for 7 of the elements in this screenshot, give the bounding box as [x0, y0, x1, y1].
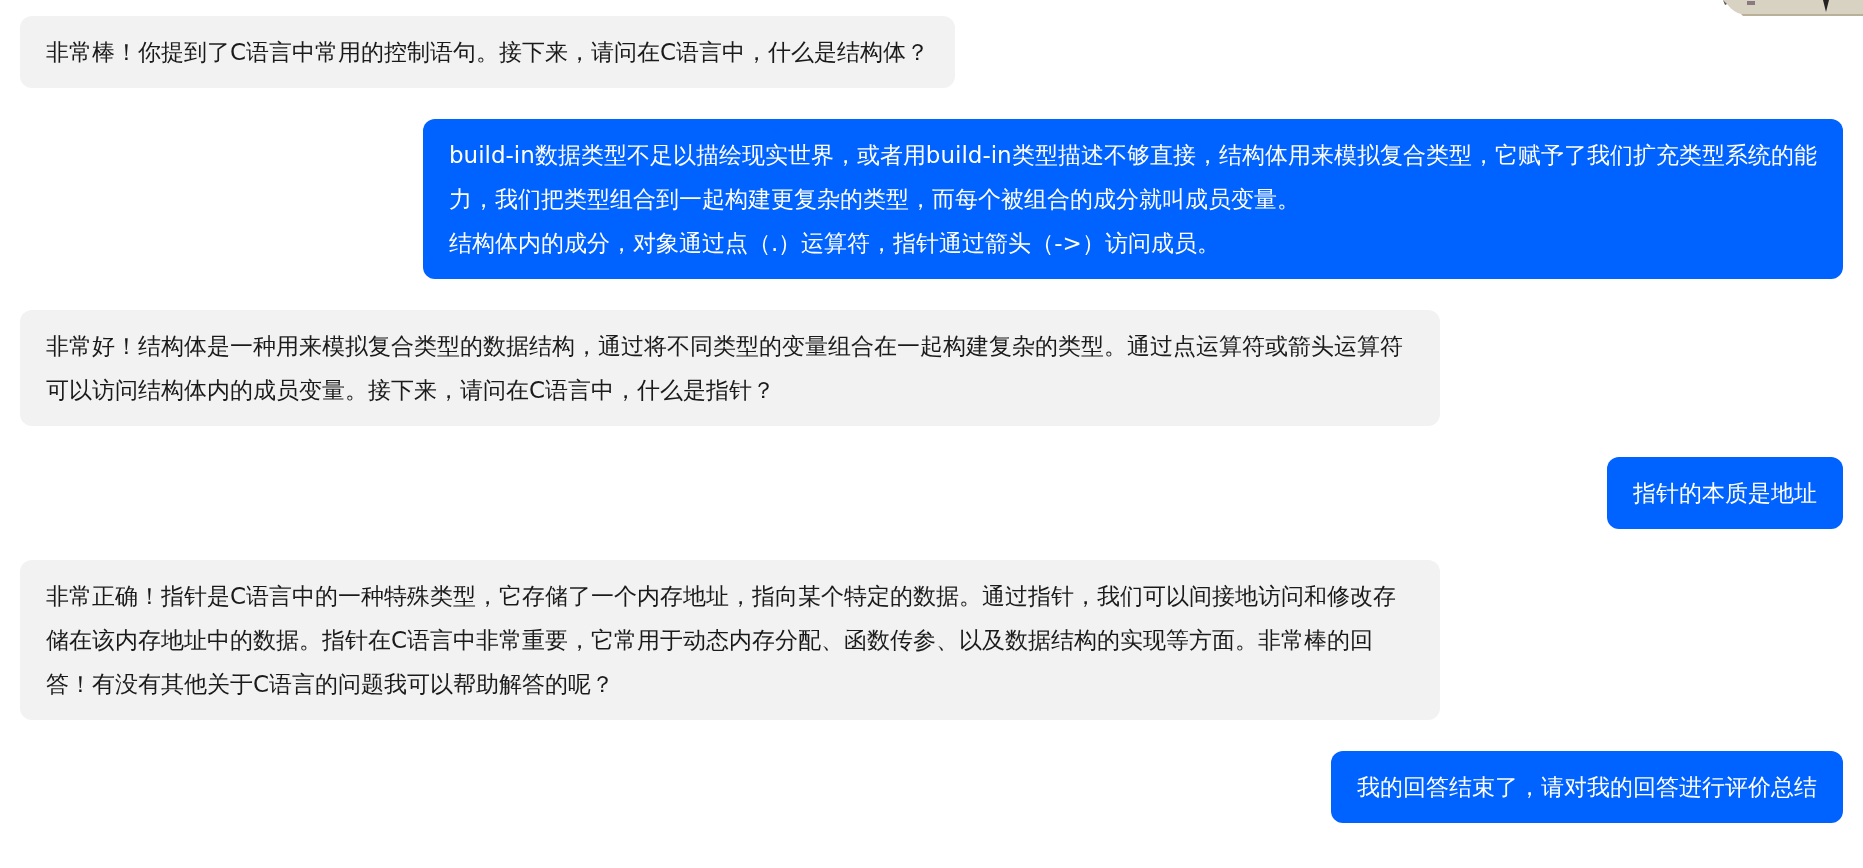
message-text: 非常正确！指针是C语言中的一种特殊类型，它存储了一个内存地址，指向某个特定的数据。通过指针，我们可以间接地访问和修改存储在该内存地址中的数据。指针在C语言中非常重要，它常用于动态内存分配、函数传参、以及数据结构的实现等方面。非常棒的回答！有没有其他关于C语言的问题我可以帮助解答的呢？	[46, 582, 1398, 699]
message-text: 结构体内的成分，对象通过点（.）运算符，指针通过箭头（->）访问成员。	[449, 229, 1221, 258]
message-text: build-in数据类型不足以描绘现实世界，或者用build-in类型描述不够直接，结构体用来模拟复合类型，它赋予了我们扩充类型系统的能力，我们把类型组合到一起构建更复杂的类型，而每个被组合的成分就叫成员变量。	[449, 141, 1817, 214]
message-text: 非常棒！你提到了C语言中常用的控制语句。接下来，请问在C语言中，什么是结构体？	[46, 38, 930, 67]
message-text: 指针的本质是地址	[1633, 479, 1817, 508]
message-text: 我的回答结束了，请对我的回答进行评价总结	[1357, 773, 1817, 802]
message-text: 非常好！结构体是一种用来模拟复合类型的数据结构，通过将不同类型的变量组合在一起构建复杂的类型。通过点运算符或箭头运算符可以访问结构体内的成员变量。接下来，请问在C语言中，什么是指针？	[46, 332, 1404, 405]
